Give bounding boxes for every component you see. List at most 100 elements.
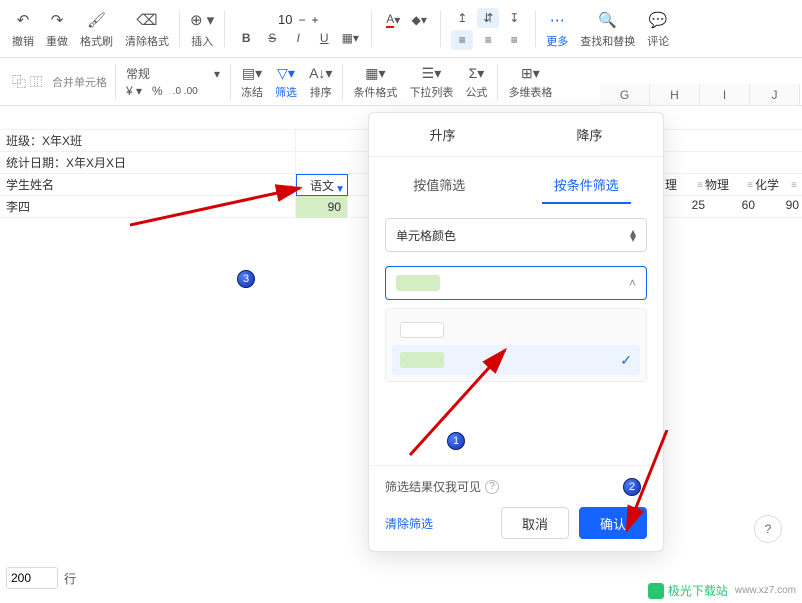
multi-table-button[interactable]: ⊞▾多维表格 bbox=[502, 60, 558, 104]
font-color-group: A▾ ◆▾ bbox=[376, 10, 436, 48]
filter-caret-icon[interactable]: ≡ bbox=[697, 180, 703, 191]
merge-cells-button[interactable]: ⿻⿲ bbox=[6, 60, 48, 104]
color-option-none[interactable] bbox=[392, 315, 640, 345]
find-replace-button[interactable]: 🔍查找和替换 bbox=[574, 4, 641, 54]
font-size-value[interactable]: 10 bbox=[278, 12, 292, 27]
filter-caret-icon[interactable]: ≡ bbox=[791, 180, 797, 191]
col-i[interactable]: I bbox=[700, 84, 750, 106]
desc-tab[interactable]: 降序 bbox=[516, 113, 663, 156]
date-cell[interactable]: 统计日期：X年X月X日 bbox=[0, 152, 296, 174]
wuli-header[interactable]: 物理 ≡ bbox=[705, 176, 755, 193]
format-select[interactable]: 常规▾ bbox=[126, 65, 220, 82]
formula-button[interactable]: Σ▾公式 bbox=[459, 60, 493, 104]
insert-label: 插入 bbox=[191, 33, 213, 49]
cond-format-label: 条件格式 bbox=[353, 84, 397, 100]
multitable-icon: ⊞▾ bbox=[521, 64, 540, 84]
sort-label: 排序 bbox=[310, 84, 332, 100]
separator bbox=[497, 64, 498, 100]
freeze-button[interactable]: ▤▾冻结 bbox=[235, 60, 269, 104]
italic-button[interactable]: I bbox=[287, 31, 309, 45]
col-j[interactable]: J bbox=[750, 84, 800, 106]
redo-label: 重做 bbox=[46, 33, 68, 49]
confirm-button[interactable]: 确认 bbox=[579, 507, 647, 539]
condition-type-select[interactable]: 单元格颜色 ▴▾ bbox=[385, 218, 647, 252]
li-header[interactable]: 理≡ bbox=[665, 176, 705, 193]
by-value-tab[interactable]: 按值筛选 bbox=[401, 167, 477, 204]
sort-icon: A↓▾ bbox=[309, 64, 332, 84]
col-g[interactable]: G bbox=[600, 84, 650, 106]
separator bbox=[371, 11, 372, 47]
cond-format-button[interactable]: ▦▾条件格式 bbox=[347, 60, 403, 104]
dropdown-list-button[interactable]: ☰▾下拉列表 bbox=[403, 60, 459, 104]
find-replace-label: 查找和替换 bbox=[580, 33, 635, 49]
more-icon: ⋯ bbox=[550, 9, 565, 31]
valign-mid-icon[interactable]: ⇵ bbox=[477, 8, 499, 28]
currency-button[interactable]: ¥ ▾ bbox=[126, 84, 142, 98]
font-color-button[interactable]: A▾ bbox=[382, 10, 404, 30]
comment-button[interactable]: 💬评论 bbox=[641, 4, 675, 54]
merge-split-icon: ⿲ bbox=[30, 73, 42, 90]
row-count-input[interactable] bbox=[6, 567, 58, 589]
separator bbox=[179, 11, 180, 47]
color-option-green[interactable]: ✓ bbox=[392, 345, 640, 375]
clear-filter-link[interactable]: 清除筛选 bbox=[385, 515, 433, 532]
fill-color-button[interactable]: ◆▾ bbox=[408, 10, 430, 30]
filter-caret-icon[interactable]: ≡ bbox=[747, 180, 753, 191]
filter-mode-tabs: 按值筛选 按条件筛选 bbox=[369, 157, 663, 204]
halign-right-icon[interactable]: ≡ bbox=[503, 30, 525, 50]
border-button[interactable]: ▦▾ bbox=[339, 31, 361, 45]
halign-center-icon[interactable]: ≡ bbox=[477, 30, 499, 50]
comment-label: 评论 bbox=[647, 33, 669, 49]
hua-value[interactable]: 90 bbox=[755, 198, 799, 212]
halign-left-icon[interactable]: ≡ bbox=[451, 30, 473, 50]
help-icon[interactable]: ? bbox=[485, 480, 499, 494]
lang-cell[interactable]: 90 bbox=[296, 196, 348, 218]
percent-button[interactable]: % bbox=[152, 84, 163, 98]
name-header[interactable]: 学生姓名≡ bbox=[0, 174, 296, 196]
by-condition-tab[interactable]: 按条件筛选 bbox=[542, 167, 631, 204]
filter-button[interactable]: ▽▾筛选 bbox=[269, 60, 303, 104]
filter-caret-icon[interactable]: ≡ bbox=[287, 178, 293, 200]
more-button[interactable]: ⋯更多 bbox=[540, 4, 574, 54]
sigma-icon: Σ▾ bbox=[469, 64, 485, 84]
col-h[interactable]: H bbox=[650, 84, 700, 106]
multi-table-label: 多维表格 bbox=[508, 84, 552, 100]
strike-button[interactable]: S bbox=[261, 31, 283, 45]
separator bbox=[535, 11, 536, 47]
sort-tabs: 升序 降序 bbox=[369, 113, 663, 157]
funnel-icon: ▽▾ bbox=[277, 64, 295, 84]
font-size-inc-icon[interactable]: + bbox=[312, 13, 319, 27]
lang-header[interactable]: 语文▼ bbox=[296, 174, 348, 196]
class-cell[interactable]: 班级：X年X班 bbox=[0, 130, 296, 152]
formula-label: 公式 bbox=[465, 84, 487, 100]
cancel-button[interactable]: 取消 bbox=[501, 507, 569, 539]
name-cell[interactable]: 李四 bbox=[0, 196, 296, 218]
asc-tab[interactable]: 升序 bbox=[369, 113, 516, 156]
valign-bot-icon[interactable]: ↧ bbox=[503, 8, 525, 28]
clear-format-button[interactable]: ⌫清除格式 bbox=[119, 4, 175, 54]
insert-button[interactable]: ⊕ ▾插入 bbox=[184, 4, 220, 54]
format-value: 常规 bbox=[126, 65, 150, 82]
undo-button[interactable]: ↶撤销 bbox=[6, 4, 40, 54]
badge-1: 1 bbox=[447, 432, 465, 450]
valign-top-icon[interactable]: ↥ bbox=[451, 8, 473, 28]
badge-2: 2 bbox=[623, 478, 641, 496]
color-chip-white bbox=[400, 322, 444, 338]
redo-button[interactable]: ↷重做 bbox=[40, 4, 74, 54]
format-painter-label: 格式刷 bbox=[80, 33, 113, 49]
li-value[interactable]: 25 bbox=[665, 198, 705, 212]
font-size-dec-icon[interactable]: − bbox=[298, 13, 305, 27]
wuli-text: 物理 bbox=[705, 178, 729, 192]
help-button[interactable]: ? bbox=[754, 515, 782, 543]
decimal-buttons[interactable]: .0 .00 bbox=[173, 86, 198, 97]
wuli-value[interactable]: 60 bbox=[705, 198, 755, 212]
sort-button[interactable]: A↓▾排序 bbox=[303, 60, 338, 104]
hua-header[interactable]: 化学≡ bbox=[755, 176, 799, 193]
format-painter-button[interactable]: 🖌格式刷 bbox=[74, 4, 119, 54]
main-toolbar: ↶撤销 ↷重做 🖌格式刷 ⌫清除格式 ⊕ ▾插入 10 − + B S I U … bbox=[0, 0, 802, 58]
bold-button[interactable]: B bbox=[235, 31, 257, 45]
merge-label: 合并单元格 bbox=[48, 74, 111, 90]
underline-button[interactable]: U bbox=[313, 31, 335, 45]
color-value-select[interactable]: ˄ bbox=[385, 266, 647, 300]
filter-label: 筛选 bbox=[275, 84, 297, 100]
